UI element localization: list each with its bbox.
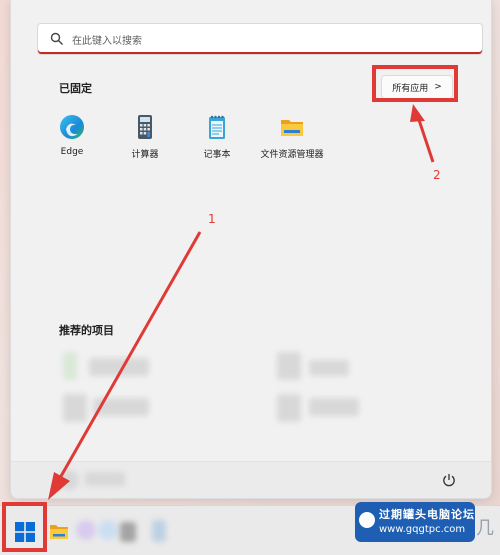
pinned-app-label: 记事本 xyxy=(203,150,231,160)
watermark-line2: www.gqgtpc.com xyxy=(379,524,466,535)
pinned-app-calculator[interactable]: 计算器 xyxy=(105,113,185,160)
recommended-item[interactable] xyxy=(273,392,473,426)
user-account[interactable] xyxy=(51,468,171,492)
search-placeholder: 在此键入以搜索 xyxy=(72,35,142,47)
pinned-app-notepad[interactable]: 记事本 xyxy=(177,113,257,160)
notepad-icon xyxy=(209,115,225,139)
power-icon[interactable] xyxy=(441,472,457,488)
annotation-label-1: 1 xyxy=(208,212,216,226)
pinned-app-label: 计算器 xyxy=(131,150,159,160)
watermark-trail: 几 xyxy=(476,518,494,539)
watermark: 过期罐头电脑论坛 www.gqgtpc.com xyxy=(355,502,475,542)
pinned-app-label: 文件资源管理器 xyxy=(260,150,324,160)
annotation-label-2: 2 xyxy=(433,168,441,182)
file-explorer-taskbar-icon[interactable] xyxy=(50,523,68,539)
search-box[interactable]: 在此键入以搜索 xyxy=(37,23,483,55)
edge-icon xyxy=(60,115,84,139)
start-button-highlight xyxy=(2,502,47,552)
recommended-item[interactable] xyxy=(273,350,473,384)
recommended-title: 推荐的项目 xyxy=(59,324,114,337)
pinned-app-file-explorer[interactable]: 文件资源管理器 xyxy=(252,113,332,160)
recommended-item[interactable] xyxy=(59,392,259,426)
watermark-line1: 过期罐头电脑论坛 xyxy=(379,508,475,521)
search-icon xyxy=(50,32,63,45)
all-apps-highlight xyxy=(372,65,458,102)
start-footer xyxy=(11,461,491,498)
file-explorer-icon xyxy=(281,120,303,136)
calculator-icon xyxy=(138,115,152,139)
pinned-app-edge[interactable]: Edge xyxy=(32,113,112,157)
pinned-app-label: Edge xyxy=(60,147,84,157)
pinned-title: 已固定 xyxy=(59,82,92,95)
watermark-logo-icon xyxy=(359,512,375,528)
recommended-item[interactable] xyxy=(59,350,259,384)
